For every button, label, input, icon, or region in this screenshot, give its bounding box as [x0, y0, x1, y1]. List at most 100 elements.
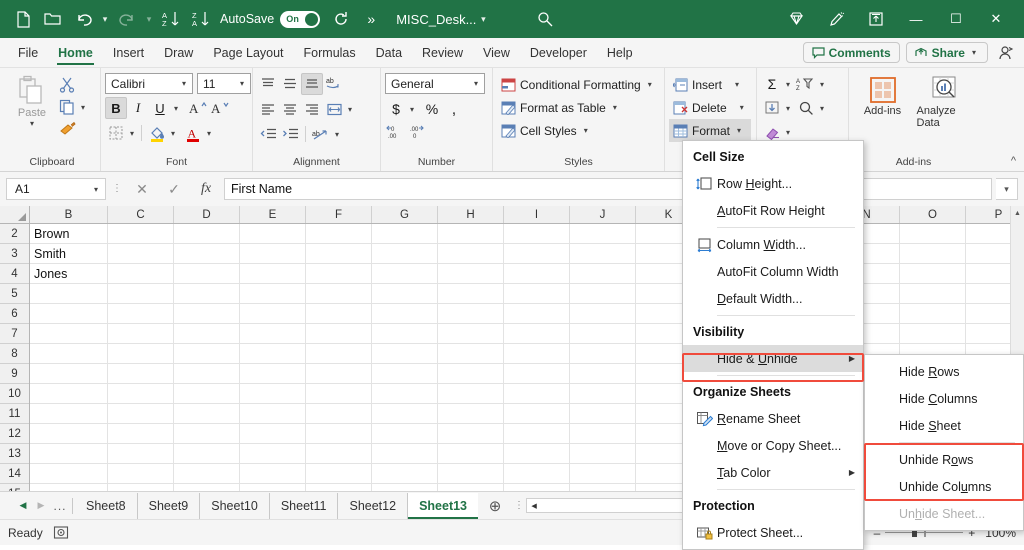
font-color-caret-icon[interactable]: ▾ [204, 129, 214, 138]
select-all-corner[interactable] [0, 206, 30, 223]
delete-cells-button[interactable]: Delete ▾ [669, 96, 751, 119]
cell-E3[interactable] [240, 244, 306, 263]
next-sheet-arrow[interactable]: ▶ [32, 500, 50, 511]
scroll-up-arrow-icon[interactable]: ▲ [1011, 206, 1024, 220]
cell-C5[interactable] [108, 284, 174, 303]
cell-F13[interactable] [306, 444, 372, 463]
grow-font-button[interactable]: A [187, 97, 209, 119]
align-right-button[interactable] [301, 98, 323, 120]
cell-H9[interactable] [438, 364, 504, 383]
menu-item-unhide-columns[interactable]: Unhide Columns [865, 473, 1023, 500]
column-header-I[interactable]: I [504, 206, 570, 223]
cell-E6[interactable] [240, 304, 306, 323]
add-sheet-button[interactable]: ⊕ [478, 497, 512, 515]
increase-indent-button[interactable] [279, 123, 301, 145]
cell-C7[interactable] [108, 324, 174, 343]
cell-F11[interactable] [306, 404, 372, 423]
cell-H10[interactable] [438, 384, 504, 403]
align-left-button[interactable] [257, 98, 279, 120]
bold-button[interactable]: B [105, 97, 127, 119]
menu-item-hide-rows[interactable]: Hide Rows [865, 358, 1023, 385]
cell-I5[interactable] [504, 284, 570, 303]
cell-F6[interactable] [306, 304, 372, 323]
tab-insert[interactable]: Insert [103, 38, 154, 67]
column-header-D[interactable]: D [174, 206, 240, 223]
analyze-data-button[interactable]: Analyze Data [917, 73, 973, 129]
currency-button[interactable]: $ [385, 98, 407, 120]
find-select-caret-icon[interactable]: ▾ [817, 104, 827, 113]
copy-caret-icon[interactable]: ▾ [78, 103, 88, 112]
cell-J5[interactable] [570, 284, 636, 303]
row-header-8[interactable]: 8 [0, 344, 29, 364]
name-box[interactable]: A1 ▾ [6, 178, 106, 200]
row-header-4[interactable]: 4 [0, 264, 29, 284]
cell-B7[interactable] [30, 324, 108, 343]
cell-C4[interactable] [108, 264, 174, 283]
cell-J11[interactable] [570, 404, 636, 423]
collapse-ribbon-icon[interactable]: ^ [1011, 155, 1016, 167]
row-header-2[interactable]: 2 [0, 224, 29, 244]
cell-J14[interactable] [570, 464, 636, 483]
percent-style-button[interactable]: % [421, 98, 443, 120]
menu-item-move-or-copy-sheet[interactable]: Move or Copy Sheet... [683, 432, 863, 459]
cell-F9[interactable] [306, 364, 372, 383]
cell-F10[interactable] [306, 384, 372, 403]
file-name[interactable]: MISC_Desk... [396, 12, 476, 27]
close-button[interactable]: ✕ [976, 4, 1016, 34]
menu-item-hide-unhide[interactable]: Hide & Unhide▶ [683, 345, 863, 372]
cell-C9[interactable] [108, 364, 174, 383]
cell-J12[interactable] [570, 424, 636, 443]
tab-page-layout[interactable]: Page Layout [203, 38, 293, 67]
new-file-icon[interactable] [8, 5, 38, 33]
sheet-tab-sheet12[interactable]: Sheet12 [338, 493, 408, 519]
merge-caret-icon[interactable]: ▾ [332, 130, 342, 139]
cell-C13[interactable] [108, 444, 174, 463]
conditional-formatting-button[interactable]: Conditional Formatting ▾ [497, 73, 659, 96]
cell-J2[interactable] [570, 224, 636, 243]
tab-home[interactable]: Home [48, 38, 103, 67]
zoom-track[interactable] [885, 532, 963, 533]
cell-E12[interactable] [240, 424, 306, 443]
cell-I12[interactable] [504, 424, 570, 443]
row-header-7[interactable]: 7 [0, 324, 29, 344]
sort-filter-caret-icon[interactable]: ▾ [817, 80, 827, 89]
cell-D2[interactable] [174, 224, 240, 243]
sort-az-icon[interactable]: AZ [156, 5, 186, 33]
cell-B14[interactable] [30, 464, 108, 483]
cell-H6[interactable] [438, 304, 504, 323]
menu-item-rename-sheet[interactable]: Rename Sheet [683, 405, 863, 432]
undo-dropdown-caret[interactable]: ▾ [98, 5, 112, 33]
insert-caret-icon[interactable]: ▾ [732, 80, 742, 89]
row-header-6[interactable]: 6 [0, 304, 29, 324]
cell-H5[interactable] [438, 284, 504, 303]
clear-caret-icon[interactable]: ▾ [783, 128, 793, 137]
menu-item-column-width[interactable]: Column Width... [683, 231, 863, 258]
formula-input[interactable]: First Name [224, 178, 992, 200]
open-folder-icon[interactable] [38, 5, 68, 33]
cell-J15[interactable] [570, 484, 636, 491]
align-middle-button[interactable] [279, 73, 301, 95]
column-header-J[interactable]: J [570, 206, 636, 223]
autosum-button[interactable]: Σ [761, 73, 783, 95]
menu-item-unhide-rows[interactable]: Unhide Rows [865, 446, 1023, 473]
comments-button[interactable]: Comments [803, 42, 900, 63]
row-header-12[interactable]: 12 [0, 424, 29, 444]
cell-J7[interactable] [570, 324, 636, 343]
cut-button[interactable] [56, 74, 78, 96]
tab-view[interactable]: View [473, 38, 520, 67]
column-header-G[interactable]: G [372, 206, 438, 223]
cell-E10[interactable] [240, 384, 306, 403]
share-button[interactable]: Share ▾ [906, 42, 988, 63]
insert-function-icon[interactable]: fx [192, 178, 220, 200]
cell-C14[interactable] [108, 464, 174, 483]
fill-caret-icon[interactable]: ▾ [783, 104, 793, 113]
diamond-icon[interactable] [776, 4, 816, 34]
cell-C3[interactable] [108, 244, 174, 263]
cell-D3[interactable] [174, 244, 240, 263]
cell-J13[interactable] [570, 444, 636, 463]
cell-B2[interactable]: Brown [30, 224, 108, 243]
menu-item-tab-color[interactable]: Tab Color▶ [683, 459, 863, 486]
cell-E15[interactable] [240, 484, 306, 491]
cell-G9[interactable] [372, 364, 438, 383]
expand-formula-bar-icon[interactable]: ▾ [996, 178, 1018, 200]
